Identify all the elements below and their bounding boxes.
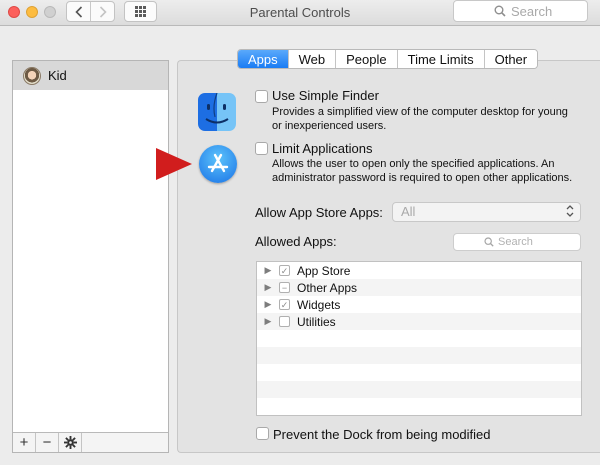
app-name: Other Apps: [297, 280, 358, 295]
title-bar: Parental Controls Search: [0, 0, 600, 26]
empty-row: [257, 381, 581, 398]
minimize-button[interactable]: [26, 6, 38, 18]
window-search-field[interactable]: Search: [453, 0, 588, 22]
app-name: App Store: [297, 263, 351, 278]
allowed-apps-list: ▶ ✓ App Store ▶ − Other Apps ▶ ✓ Widgets…: [256, 261, 582, 416]
user-list: Kid + −: [12, 60, 169, 453]
disclosure-triangle-icon[interactable]: ▶: [257, 265, 279, 276]
disclosure-triangle-icon[interactable]: ▶: [257, 282, 279, 293]
tab-other[interactable]: Other: [483, 50, 538, 68]
finder-icon: [198, 93, 236, 131]
empty-row: [257, 347, 581, 364]
chevron-right-icon: [99, 5, 107, 18]
allowed-apps-search[interactable]: Search: [453, 233, 581, 251]
empty-row: [257, 364, 581, 381]
gear-glyph: [63, 436, 77, 449]
app-row-other-apps[interactable]: ▶ − Other Apps: [257, 279, 581, 296]
tab-apps[interactable]: Apps: [238, 50, 288, 68]
simple-finder-description-1: Provides a simplified view of the comput…: [272, 106, 568, 118]
utilities-checkbox[interactable]: [279, 316, 290, 327]
disclosure-triangle-icon[interactable]: ▶: [257, 316, 279, 327]
prevent-dock-checkbox[interactable]: [256, 427, 269, 440]
app-name: Utilities: [297, 314, 336, 329]
app-store-apps-value: All: [401, 204, 416, 219]
user-list-footer: + −: [13, 432, 168, 452]
add-user-button[interactable]: +: [13, 433, 36, 452]
search-icon: [494, 5, 506, 17]
simple-finder-label: Use Simple Finder: [272, 88, 379, 103]
allowed-apps-label: Allowed Apps:: [255, 234, 337, 249]
show-all-button[interactable]: [124, 1, 157, 22]
app-store-checkbox[interactable]: ✓: [279, 265, 290, 276]
tab-time-limits[interactable]: Time Limits: [396, 50, 484, 68]
limit-applications-checkbox[interactable]: [255, 142, 268, 155]
simple-finder-checkbox[interactable]: [255, 90, 268, 103]
simple-finder-description-2: or inexperienced users.: [272, 120, 387, 132]
gear-icon[interactable]: [59, 433, 82, 452]
user-name: Kid: [48, 68, 67, 83]
remove-user-button[interactable]: −: [36, 433, 59, 452]
limit-applications-description-2: administrator password is required to op…: [272, 172, 573, 184]
other-apps-checkbox[interactable]: −: [279, 282, 290, 293]
tab-web[interactable]: Web: [287, 50, 336, 68]
empty-row: [257, 330, 581, 347]
close-button[interactable]: [8, 6, 20, 18]
app-store-glyph: [207, 153, 229, 173]
zoom-button[interactable]: [44, 6, 56, 18]
nav-segment: [66, 1, 115, 22]
app-row-app-store[interactable]: ▶ ✓ App Store: [257, 262, 581, 279]
limit-applications-label: Limit Applications: [272, 141, 373, 156]
grid-icon: [135, 6, 146, 17]
allowed-apps-search-placeholder: Search: [498, 236, 533, 248]
chevron-left-icon: [74, 5, 82, 18]
app-store-icon: [199, 145, 237, 183]
tab-people[interactable]: People: [335, 50, 397, 68]
prevent-dock-label: Prevent the Dock from being modified: [273, 427, 491, 442]
search-icon: [484, 237, 494, 247]
widgets-checkbox[interactable]: ✓: [279, 299, 290, 310]
user-row-kid[interactable]: Kid: [13, 61, 168, 90]
forward-button[interactable]: [90, 2, 114, 21]
tab-bar: Apps Web People Time Limits Other: [237, 49, 539, 69]
app-store-apps-select[interactable]: All: [392, 202, 581, 222]
app-row-utilities[interactable]: ▶ Utilities: [257, 313, 581, 330]
limit-applications-description-1: Allows the user to open only the specifi…: [272, 158, 555, 170]
red-arrow-pointer: [156, 148, 192, 180]
up-down-chevron-icon: [566, 203, 574, 220]
app-store-apps-label: Allow App Store Apps:: [255, 205, 383, 220]
empty-row: [257, 398, 581, 415]
finder-face: [205, 93, 229, 124]
app-name: Widgets: [297, 297, 341, 312]
avatar: [23, 66, 41, 85]
back-button[interactable]: [67, 2, 90, 21]
app-row-widgets[interactable]: ▶ ✓ Widgets: [257, 296, 581, 313]
search-placeholder: Search: [511, 3, 553, 19]
disclosure-triangle-icon[interactable]: ▶: [257, 299, 279, 310]
